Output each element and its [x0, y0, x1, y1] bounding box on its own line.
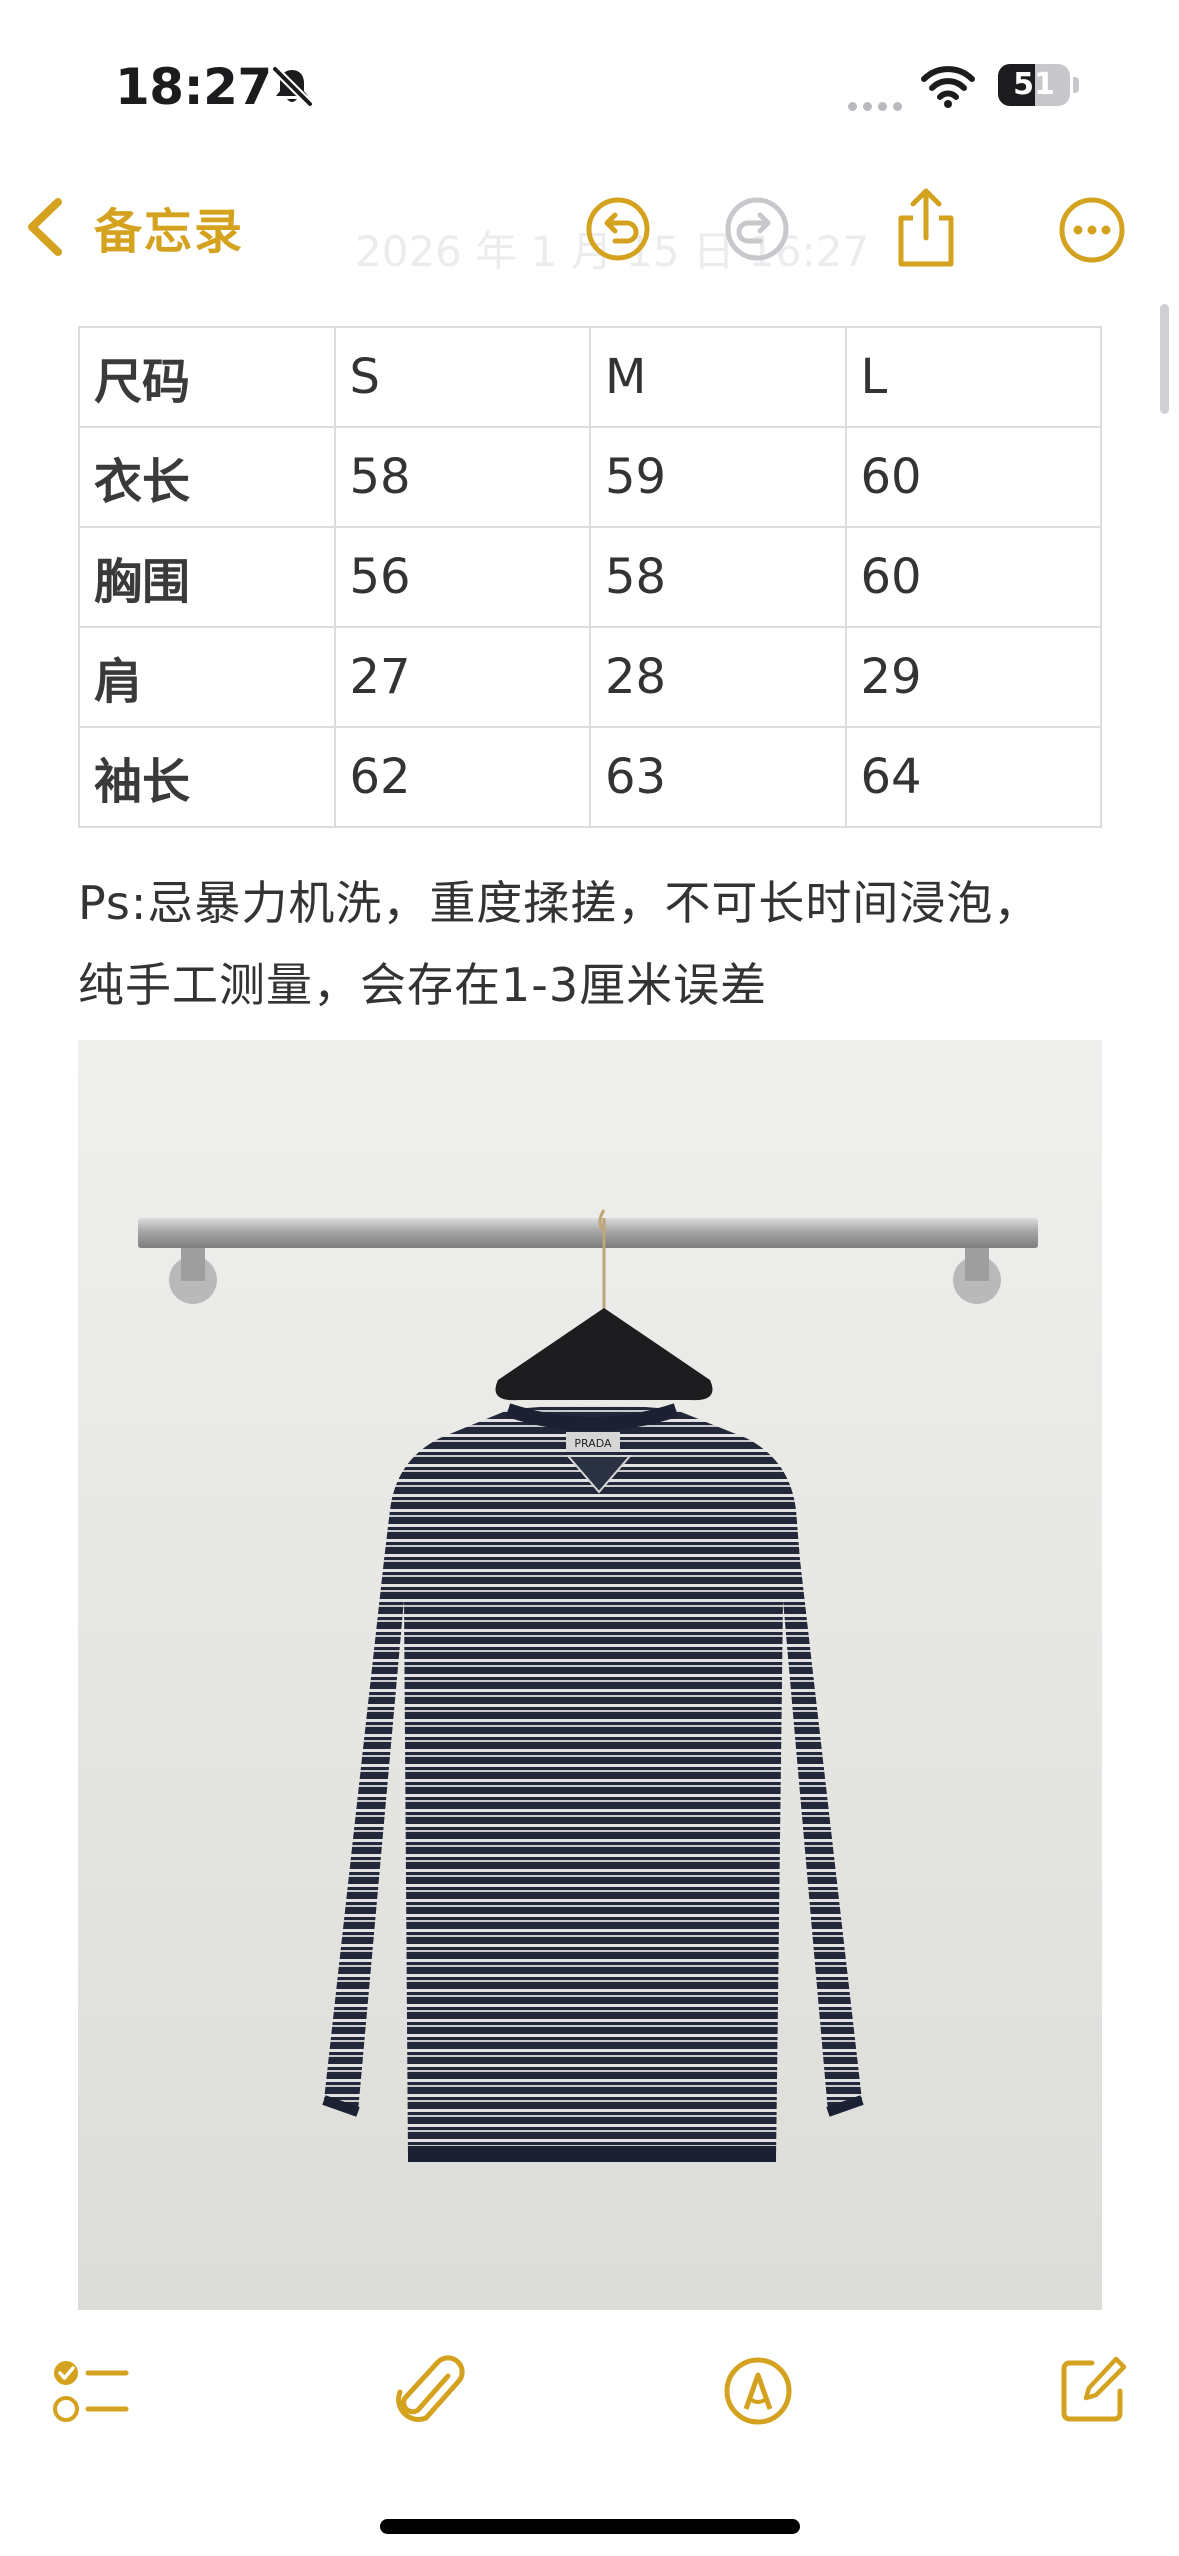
- table-row: 衣长 58 59 60: [78, 426, 1102, 528]
- table-cell[interactable]: L: [844, 326, 1102, 428]
- scroll-indicator[interactable]: [1160, 304, 1169, 414]
- checklist-button[interactable]: [52, 2357, 130, 2427]
- bell-slash-icon: [272, 66, 313, 107]
- brand-label: PRADA: [574, 1437, 612, 1450]
- table-cell[interactable]: 63: [589, 726, 847, 828]
- chevron-left-icon: [28, 198, 62, 256]
- attachment-button[interactable]: [394, 2352, 466, 2432]
- sweater-image: PRADA: [78, 1040, 1102, 2310]
- share-button[interactable]: [893, 186, 959, 268]
- markup-pen-icon: [724, 2357, 792, 2425]
- table-cell[interactable]: 58: [589, 526, 847, 628]
- cellular-signal-icon: [848, 96, 908, 115]
- share-icon: [898, 188, 954, 267]
- table-cell[interactable]: 64: [844, 726, 1102, 828]
- sweater-photo[interactable]: PRADA: [78, 1040, 1102, 2310]
- note-body-text[interactable]: Ps:忌暴力机洗，重度揉搓，不可长时间浸泡， 纯手工测量，会存在1-3厘米误差: [78, 862, 1118, 1026]
- table-cell[interactable]: 59: [589, 426, 847, 528]
- table-row: 袖长 62 63 64: [78, 726, 1102, 828]
- table-cell[interactable]: S: [333, 326, 591, 428]
- redo-icon: [725, 197, 789, 261]
- battery-level: 51: [1013, 67, 1055, 102]
- wifi-icon: [921, 66, 975, 108]
- table-cell[interactable]: 58: [333, 426, 591, 528]
- table-header-row: 尺码 S M L: [78, 326, 1102, 428]
- table-cell[interactable]: 尺码: [78, 326, 336, 428]
- table-cell[interactable]: 29: [844, 626, 1102, 728]
- table-cell[interactable]: 60: [844, 426, 1102, 528]
- compose-icon: [1061, 2356, 1127, 2422]
- table-cell[interactable]: 袖长: [78, 726, 336, 828]
- table-cell[interactable]: 60: [844, 526, 1102, 628]
- compose-button[interactable]: [1058, 2353, 1130, 2425]
- back-label: 备忘录: [94, 204, 245, 260]
- table-cell[interactable]: 28: [589, 626, 847, 728]
- redo-button[interactable]: [724, 196, 790, 262]
- table-cell[interactable]: 胸围: [78, 526, 336, 628]
- paperclip-icon: [396, 2355, 465, 2422]
- checklist-icon: [53, 2361, 129, 2422]
- table-row: 胸围 56 58 60: [78, 526, 1102, 628]
- undo-button[interactable]: [585, 196, 651, 262]
- table-cell[interactable]: M: [589, 326, 847, 428]
- back-button[interactable]: 备忘录: [22, 192, 244, 262]
- more-button[interactable]: [1058, 196, 1126, 264]
- size-table: 尺码 S M L 衣长 58 59 60 胸围 56 58 60 肩 27 28…: [78, 326, 1102, 828]
- note-line: 纯手工测量，会存在1-3厘米误差: [78, 958, 768, 1012]
- table-cell[interactable]: 衣长: [78, 426, 336, 528]
- table-cell[interactable]: 肩: [78, 626, 336, 728]
- undo-icon: [586, 197, 650, 261]
- table-cell[interactable]: 27: [333, 626, 591, 728]
- table-row: 肩 27 28 29: [78, 626, 1102, 728]
- table-cell[interactable]: 56: [333, 526, 591, 628]
- more-icon: [1059, 197, 1125, 263]
- status-time: 18:27: [115, 58, 272, 116]
- notes-screen: 18:27 51 2026 年 1 月 15 日 16:27 备忘录 尺码 S …: [0, 0, 1179, 2556]
- note-line: Ps:忌暴力机洗，重度揉搓，不可长时间浸泡，: [78, 876, 1041, 930]
- home-indicator[interactable]: [380, 2519, 800, 2534]
- table-cell[interactable]: 62: [333, 726, 591, 828]
- battery-icon: 51: [998, 64, 1080, 106]
- markup-button[interactable]: [722, 2355, 794, 2427]
